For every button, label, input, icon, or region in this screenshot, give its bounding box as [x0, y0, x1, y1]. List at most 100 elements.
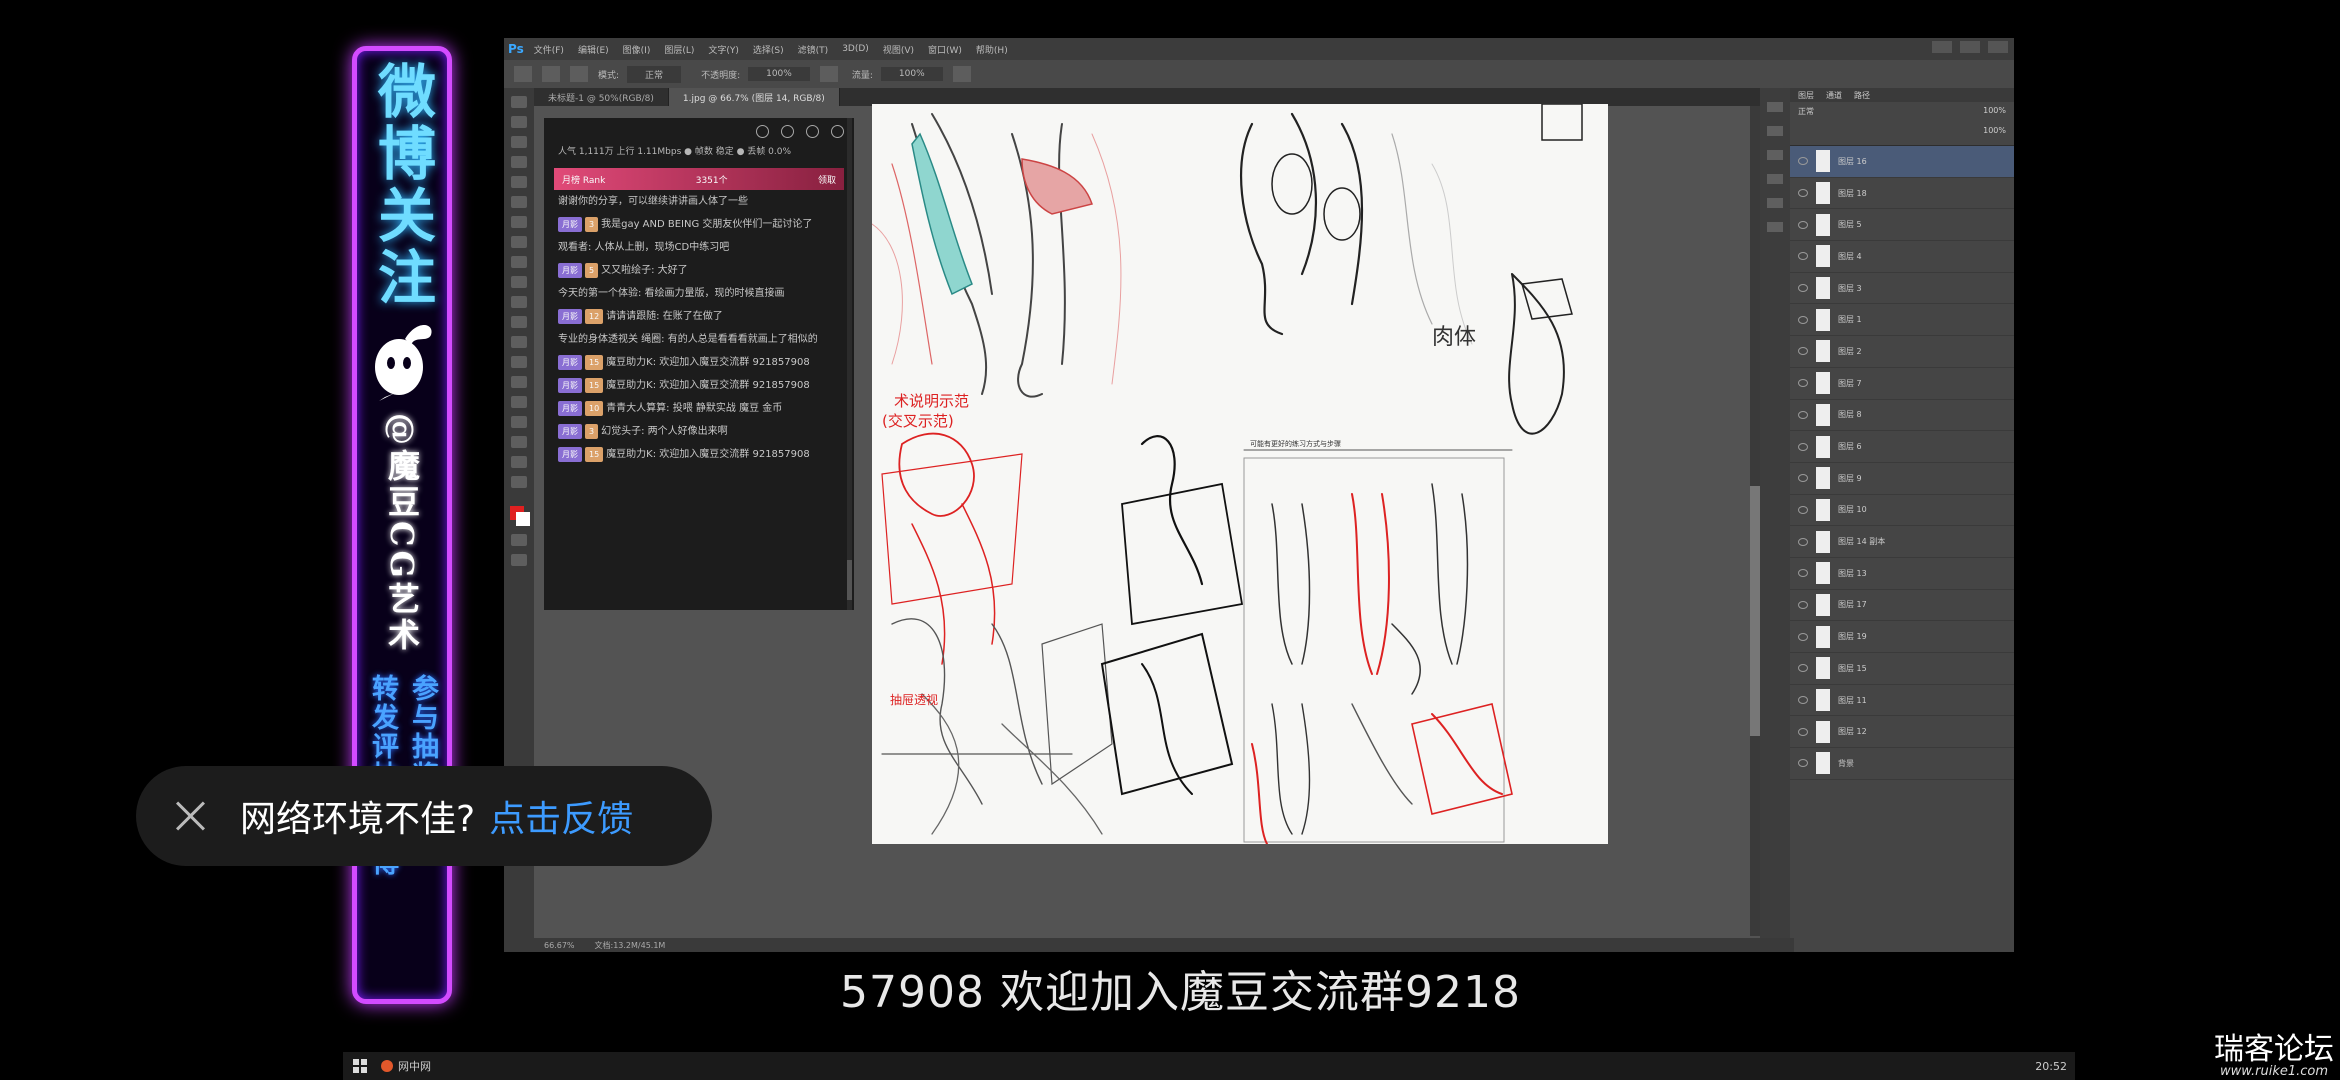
taskbar-app[interactable]: 网中网	[381, 1058, 431, 1074]
settings-icon[interactable]	[756, 124, 769, 138]
close-icon[interactable]	[174, 799, 208, 833]
lasso-tool-icon[interactable]	[511, 136, 527, 148]
tab-layers[interactable]: 图层	[1798, 90, 1814, 101]
layer-fill-field[interactable]: 100%	[1983, 126, 2006, 135]
zoom-level[interactable]: 66.67%	[544, 941, 575, 950]
menu-view[interactable]: 视图(V)	[883, 43, 914, 56]
move-tool-icon[interactable]	[511, 96, 527, 108]
eyedropper-tool-icon[interactable]	[511, 196, 527, 208]
menu-3d[interactable]: 3D(D)	[842, 44, 869, 54]
rank-claim[interactable]: 领取	[818, 173, 836, 186]
background-color-swatch[interactable]	[516, 512, 530, 526]
eraser-tool-icon[interactable]	[511, 296, 527, 308]
chat-scroll-thumb[interactable]	[847, 560, 852, 600]
visibility-eye-icon[interactable]	[1798, 252, 1808, 261]
brush-panel-icon[interactable]	[1767, 174, 1783, 184]
layer-row[interactable]: 图层 10	[1790, 495, 2014, 527]
pen-tool-icon[interactable]	[511, 376, 527, 388]
maximize-button[interactable]	[1960, 41, 1980, 53]
history-brush-tool-icon[interactable]	[511, 276, 527, 288]
menu-filter[interactable]: 滤镜(T)	[798, 43, 829, 56]
menu-edit[interactable]: 编辑(E)	[578, 43, 609, 56]
layer-row[interactable]: 图层 15	[1790, 653, 2014, 685]
visibility-eye-icon[interactable]	[1798, 379, 1808, 388]
type-tool-icon[interactable]	[511, 396, 527, 408]
layer-opacity-field[interactable]: 100%	[1983, 106, 2006, 115]
blend-mode-select[interactable]: 正常	[1798, 107, 1814, 116]
visibility-eye-icon[interactable]	[1798, 537, 1808, 546]
brush-panel-icon[interactable]	[570, 66, 588, 82]
visibility-eye-icon[interactable]	[1798, 189, 1808, 198]
blur-tool-icon[interactable]	[511, 336, 527, 348]
healing-tool-icon[interactable]	[511, 216, 527, 228]
gradient-tool-icon[interactable]	[511, 316, 527, 328]
layer-row[interactable]: 图层 9	[1790, 463, 2014, 495]
visibility-eye-icon[interactable]	[1798, 442, 1808, 451]
menu-select[interactable]: 选择(S)	[753, 43, 784, 56]
stamp-tool-icon[interactable]	[511, 256, 527, 268]
layer-row[interactable]: 图层 19	[1790, 621, 2014, 653]
pressure-opacity-icon[interactable]	[819, 66, 838, 82]
visibility-eye-icon[interactable]	[1798, 505, 1808, 514]
tab-untitled[interactable]: 未标题-1 @ 50%(RGB/8)	[534, 88, 669, 106]
layer-row[interactable]: 图层 6	[1790, 431, 2014, 463]
visibility-eye-icon[interactable]	[1798, 632, 1808, 641]
flow-field[interactable]: 100%	[880, 67, 943, 81]
dodge-tool-icon[interactable]	[511, 356, 527, 368]
lock-icon[interactable]	[781, 124, 794, 138]
layer-row[interactable]: 图层 11	[1790, 685, 2014, 717]
canvas-vertical-scrollbar[interactable]	[1750, 106, 1760, 936]
layer-row[interactable]: 图层 17	[1790, 590, 2014, 622]
visibility-eye-icon[interactable]	[1798, 410, 1808, 419]
layer-row[interactable]: 图层 12	[1790, 716, 2014, 749]
chat-scrollbar[interactable]	[847, 118, 852, 610]
hand-tool-icon[interactable]	[511, 456, 527, 468]
properties-panel-icon[interactable]	[1767, 126, 1783, 136]
visibility-eye-icon[interactable]	[1798, 727, 1808, 736]
document-canvas[interactable]: 术说明示范 (交叉示范) 抽屉透视 肉体 可能有更好的练习方式与步骤	[871, 103, 1608, 845]
adjustments-panel-icon[interactable]	[1767, 150, 1783, 160]
close-icon[interactable]	[831, 124, 844, 138]
layer-row[interactable]: 图层 8	[1790, 400, 2014, 432]
visibility-eye-icon[interactable]	[1798, 220, 1808, 229]
zoom-tool-icon[interactable]	[511, 476, 527, 488]
visibility-eye-icon[interactable]	[1798, 569, 1808, 578]
visibility-eye-icon[interactable]	[1798, 600, 1808, 609]
layer-row[interactable]: 图层 13	[1790, 558, 2014, 590]
layer-row[interactable]: 图层 7	[1790, 368, 2014, 400]
paragraph-panel-icon[interactable]	[1767, 222, 1783, 232]
layer-row[interactable]: 图层 2	[1790, 336, 2014, 368]
opacity-field[interactable]: 100%	[748, 67, 810, 81]
layer-row[interactable]: 图层 3	[1790, 273, 2014, 305]
menu-help[interactable]: 帮助(H)	[976, 43, 1008, 56]
tab-paths[interactable]: 路径	[1854, 90, 1870, 101]
windows-start-icon[interactable]	[353, 1059, 367, 1073]
rank-bar[interactable]: 月榜 Rank 3351个 领取	[554, 168, 844, 190]
brush-size-icon[interactable]	[542, 66, 560, 82]
menu-type[interactable]: 文字(Y)	[708, 43, 739, 56]
visibility-eye-icon[interactable]	[1798, 284, 1808, 293]
visibility-eye-icon[interactable]	[1798, 157, 1808, 166]
visibility-eye-icon[interactable]	[1798, 696, 1808, 705]
airbrush-icon[interactable]	[952, 66, 971, 82]
history-panel-icon[interactable]	[1767, 102, 1783, 112]
menu-file[interactable]: 文件(F)	[534, 43, 564, 56]
visibility-eye-icon[interactable]	[1798, 759, 1808, 768]
brush-preset-icon[interactable]	[514, 66, 532, 82]
layer-row[interactable]: 图层 16	[1790, 146, 2014, 178]
visibility-eye-icon[interactable]	[1798, 474, 1808, 483]
tab-channels[interactable]: 通道	[1826, 90, 1842, 101]
layer-row[interactable]: 图层 4	[1790, 241, 2014, 273]
screen-mode-icon[interactable]	[511, 554, 527, 566]
visibility-eye-icon[interactable]	[1798, 315, 1808, 324]
tab-1-jpg[interactable]: 1.jpg @ 66.7% (图层 14, RGB/8)	[668, 88, 840, 106]
scroll-thumb[interactable]	[1750, 486, 1760, 736]
layer-row[interactable]: 图层 14 副本	[1790, 526, 2014, 558]
layer-row[interactable]: 图层 18	[1790, 178, 2014, 210]
character-panel-icon[interactable]	[1767, 198, 1783, 208]
shape-tool-icon[interactable]	[511, 436, 527, 448]
feedback-link[interactable]: 点击反馈	[489, 790, 633, 842]
close-button[interactable]	[1988, 41, 2008, 53]
layer-row[interactable]: 背景	[1790, 748, 2014, 780]
popout-icon[interactable]	[806, 124, 819, 138]
